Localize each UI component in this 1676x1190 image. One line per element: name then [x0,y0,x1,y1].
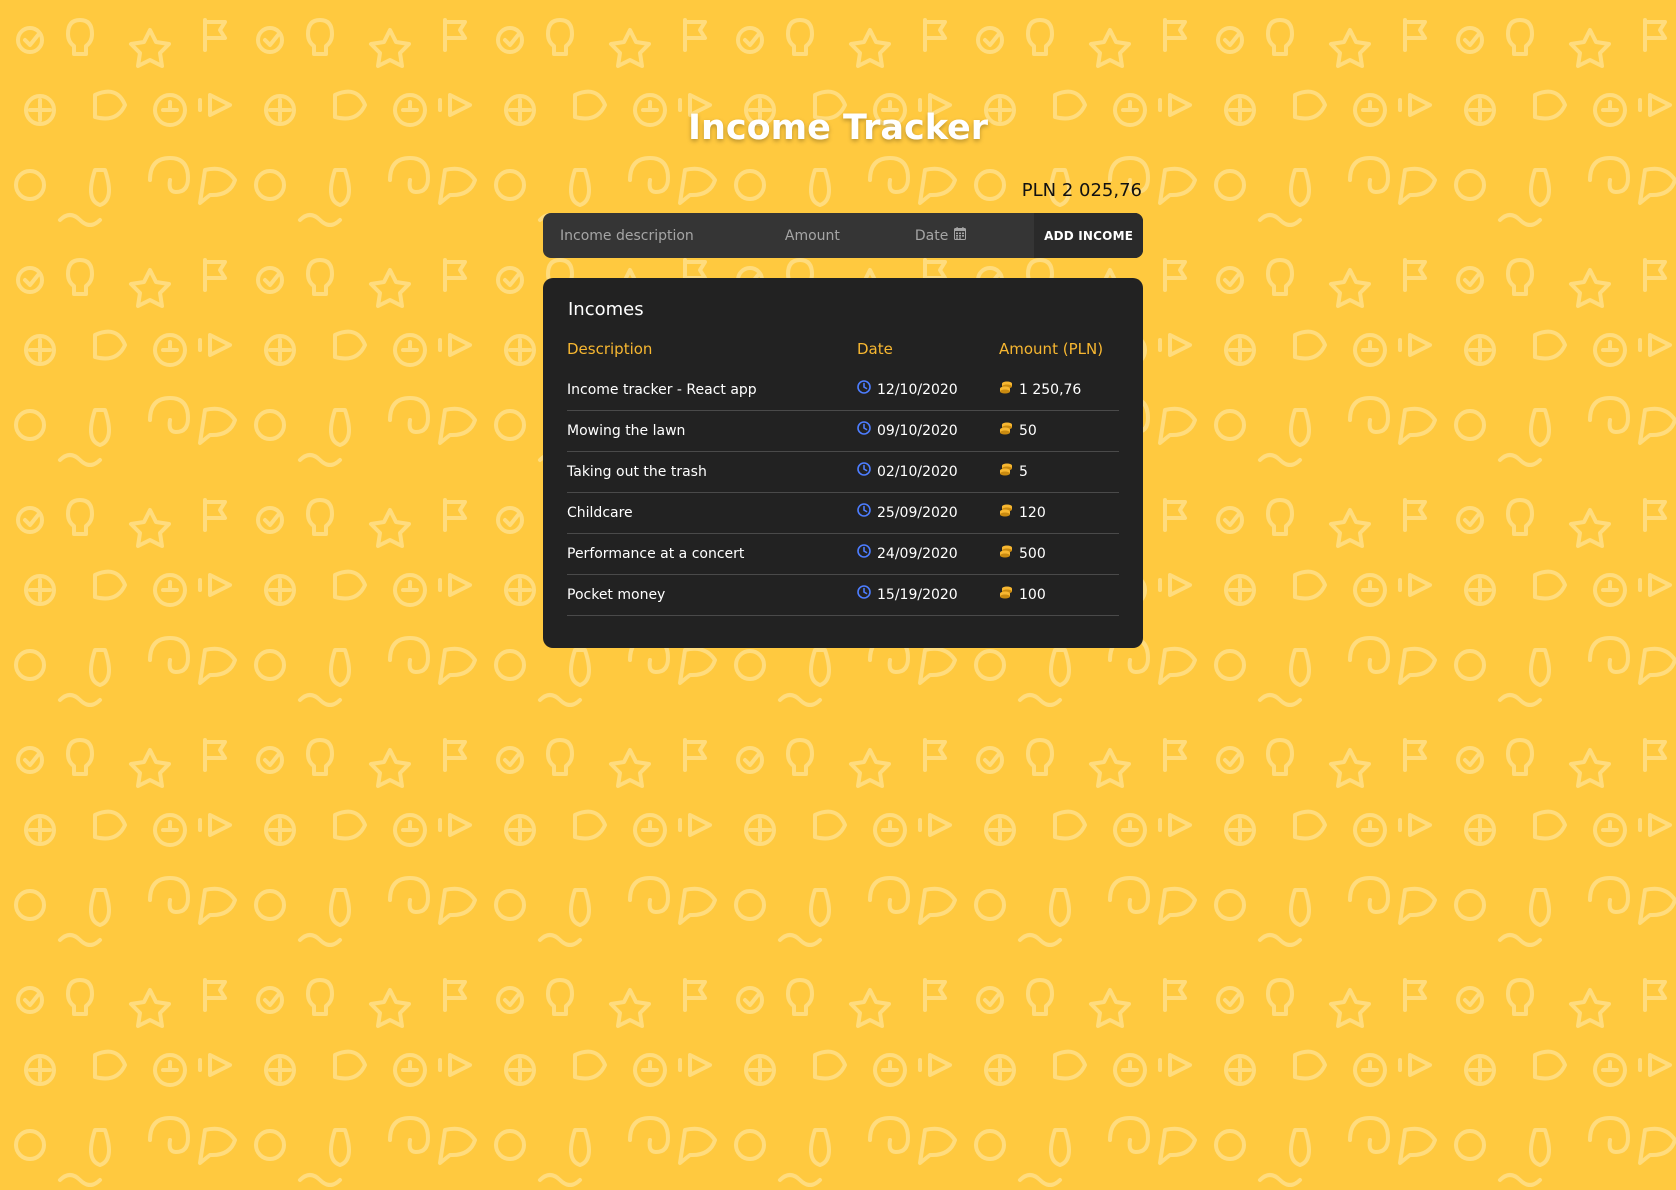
coins-icon [999,421,1013,439]
row-amount: 1 250,76 [1019,382,1082,398]
coins-icon [999,585,1013,603]
table-header-row: Description Date Amount (PLN) [567,340,1119,370]
incomes-heading: Incomes [568,299,644,320]
row-description: Mowing the lawn [567,410,857,452]
row-amount: 50 [1019,423,1037,439]
row-description: Childcare [567,492,857,534]
incomes-table-body: Income tracker - React app 12/10/2020 1 25… [567,370,1119,616]
row-amount-cell: 5 [999,451,1119,493]
column-header-description: Description [567,340,653,358]
row-date: 02/10/2020 [877,464,958,480]
amount-input[interactable] [784,213,915,258]
total-balance: PLN 2 025,76 [1021,180,1142,201]
row-amount-cell: 100 [999,574,1119,616]
row-amount: 5 [1019,464,1028,480]
row-amount-cell: 50 [999,410,1119,452]
row-date: 25/09/2020 [877,505,958,521]
row-date: 12/10/2020 [877,382,958,398]
add-income-button[interactable]: ADD INCOME [1034,213,1143,258]
row-description: Taking out the trash [567,451,857,493]
row-date-cell: 24/09/2020 [857,533,999,575]
column-header-date: Date [857,340,893,358]
date-input[interactable]: Date [915,227,1034,244]
row-amount: 500 [1019,546,1046,562]
coins-icon [999,503,1013,521]
date-input-placeholder: Date [914,227,949,244]
clock-icon [857,503,871,521]
coins-icon [999,462,1013,480]
calendar-icon[interactable] [954,227,967,244]
row-date-cell: 25/09/2020 [857,492,999,534]
clock-icon [857,544,871,562]
table-row: Pocket money 15/19/2020 100 [567,574,1119,616]
incomes-table: Description Date Amount (PLN) Income tra… [567,340,1119,616]
row-date: 24/09/2020 [877,546,958,562]
row-date-cell: 12/10/2020 [857,370,999,411]
table-row: Taking out the trash 02/10/2020 5 [567,451,1119,493]
table-row: Childcare 25/09/2020 120 [567,492,1119,534]
row-description: Income tracker - React app [567,370,857,411]
row-amount: 120 [1019,505,1046,521]
column-header-amount: Amount (PLN) [999,340,1104,358]
coins-icon [999,544,1013,562]
coins-icon [999,380,1013,398]
row-date-cell: 15/19/2020 [857,574,999,616]
table-row: Income tracker - React app 12/10/2020 1 25… [567,370,1119,411]
clock-icon [857,380,871,398]
table-row: Mowing the lawn 09/10/2020 50 [567,410,1119,452]
row-description: Pocket money [567,574,857,616]
income-description-input[interactable] [560,213,785,258]
row-amount-cell: 120 [999,492,1119,534]
clock-icon [857,421,871,439]
table-row: Performance at a concert 24/09/2020 500 [567,533,1119,575]
page-title: Income Tracker [687,108,989,148]
row-date-cell: 09/10/2020 [857,410,999,452]
add-income-form: Date ADD INCOME [543,213,1143,258]
row-date: 09/10/2020 [877,423,958,439]
clock-icon [857,462,871,480]
row-amount: 100 [1019,587,1046,603]
row-description: Performance at a concert [567,533,857,575]
row-amount-cell: 1 250,76 [999,370,1119,411]
row-amount-cell: 500 [999,533,1119,575]
row-date: 15/19/2020 [877,587,958,603]
row-date-cell: 02/10/2020 [857,451,999,493]
clock-icon [857,585,871,603]
incomes-panel: Incomes Description Date Amount (PLN) In… [543,278,1143,648]
